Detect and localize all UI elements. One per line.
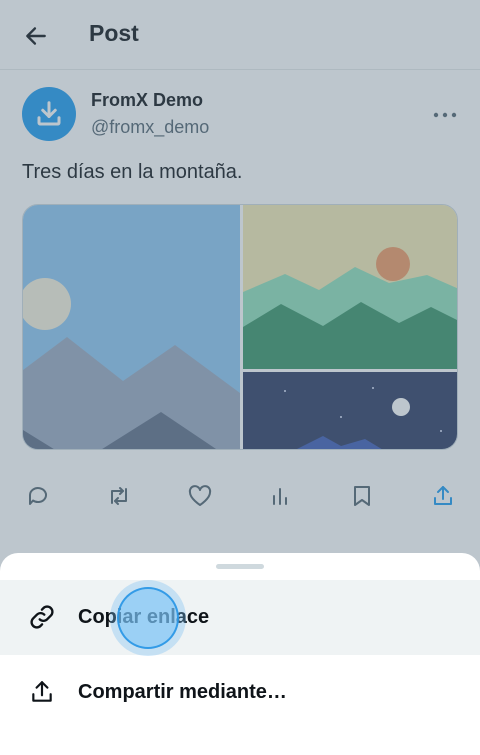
- sheet-drag-handle[interactable]: [216, 564, 264, 569]
- share-via-item[interactable]: Compartir mediante…: [0, 655, 480, 730]
- share-icon: [27, 677, 57, 707]
- share-via-label: Compartir mediante…: [78, 681, 287, 703]
- post-detail-screen: Post FromX Demo @fromx_demo Tres días en…: [0, 0, 480, 755]
- copy-link-item[interactable]: Copiar enlace: [0, 580, 480, 655]
- link-icon: [27, 602, 57, 632]
- share-bottom-sheet: Copiar enlace Compartir mediante…: [0, 553, 480, 755]
- touch-indicator: [117, 587, 179, 649]
